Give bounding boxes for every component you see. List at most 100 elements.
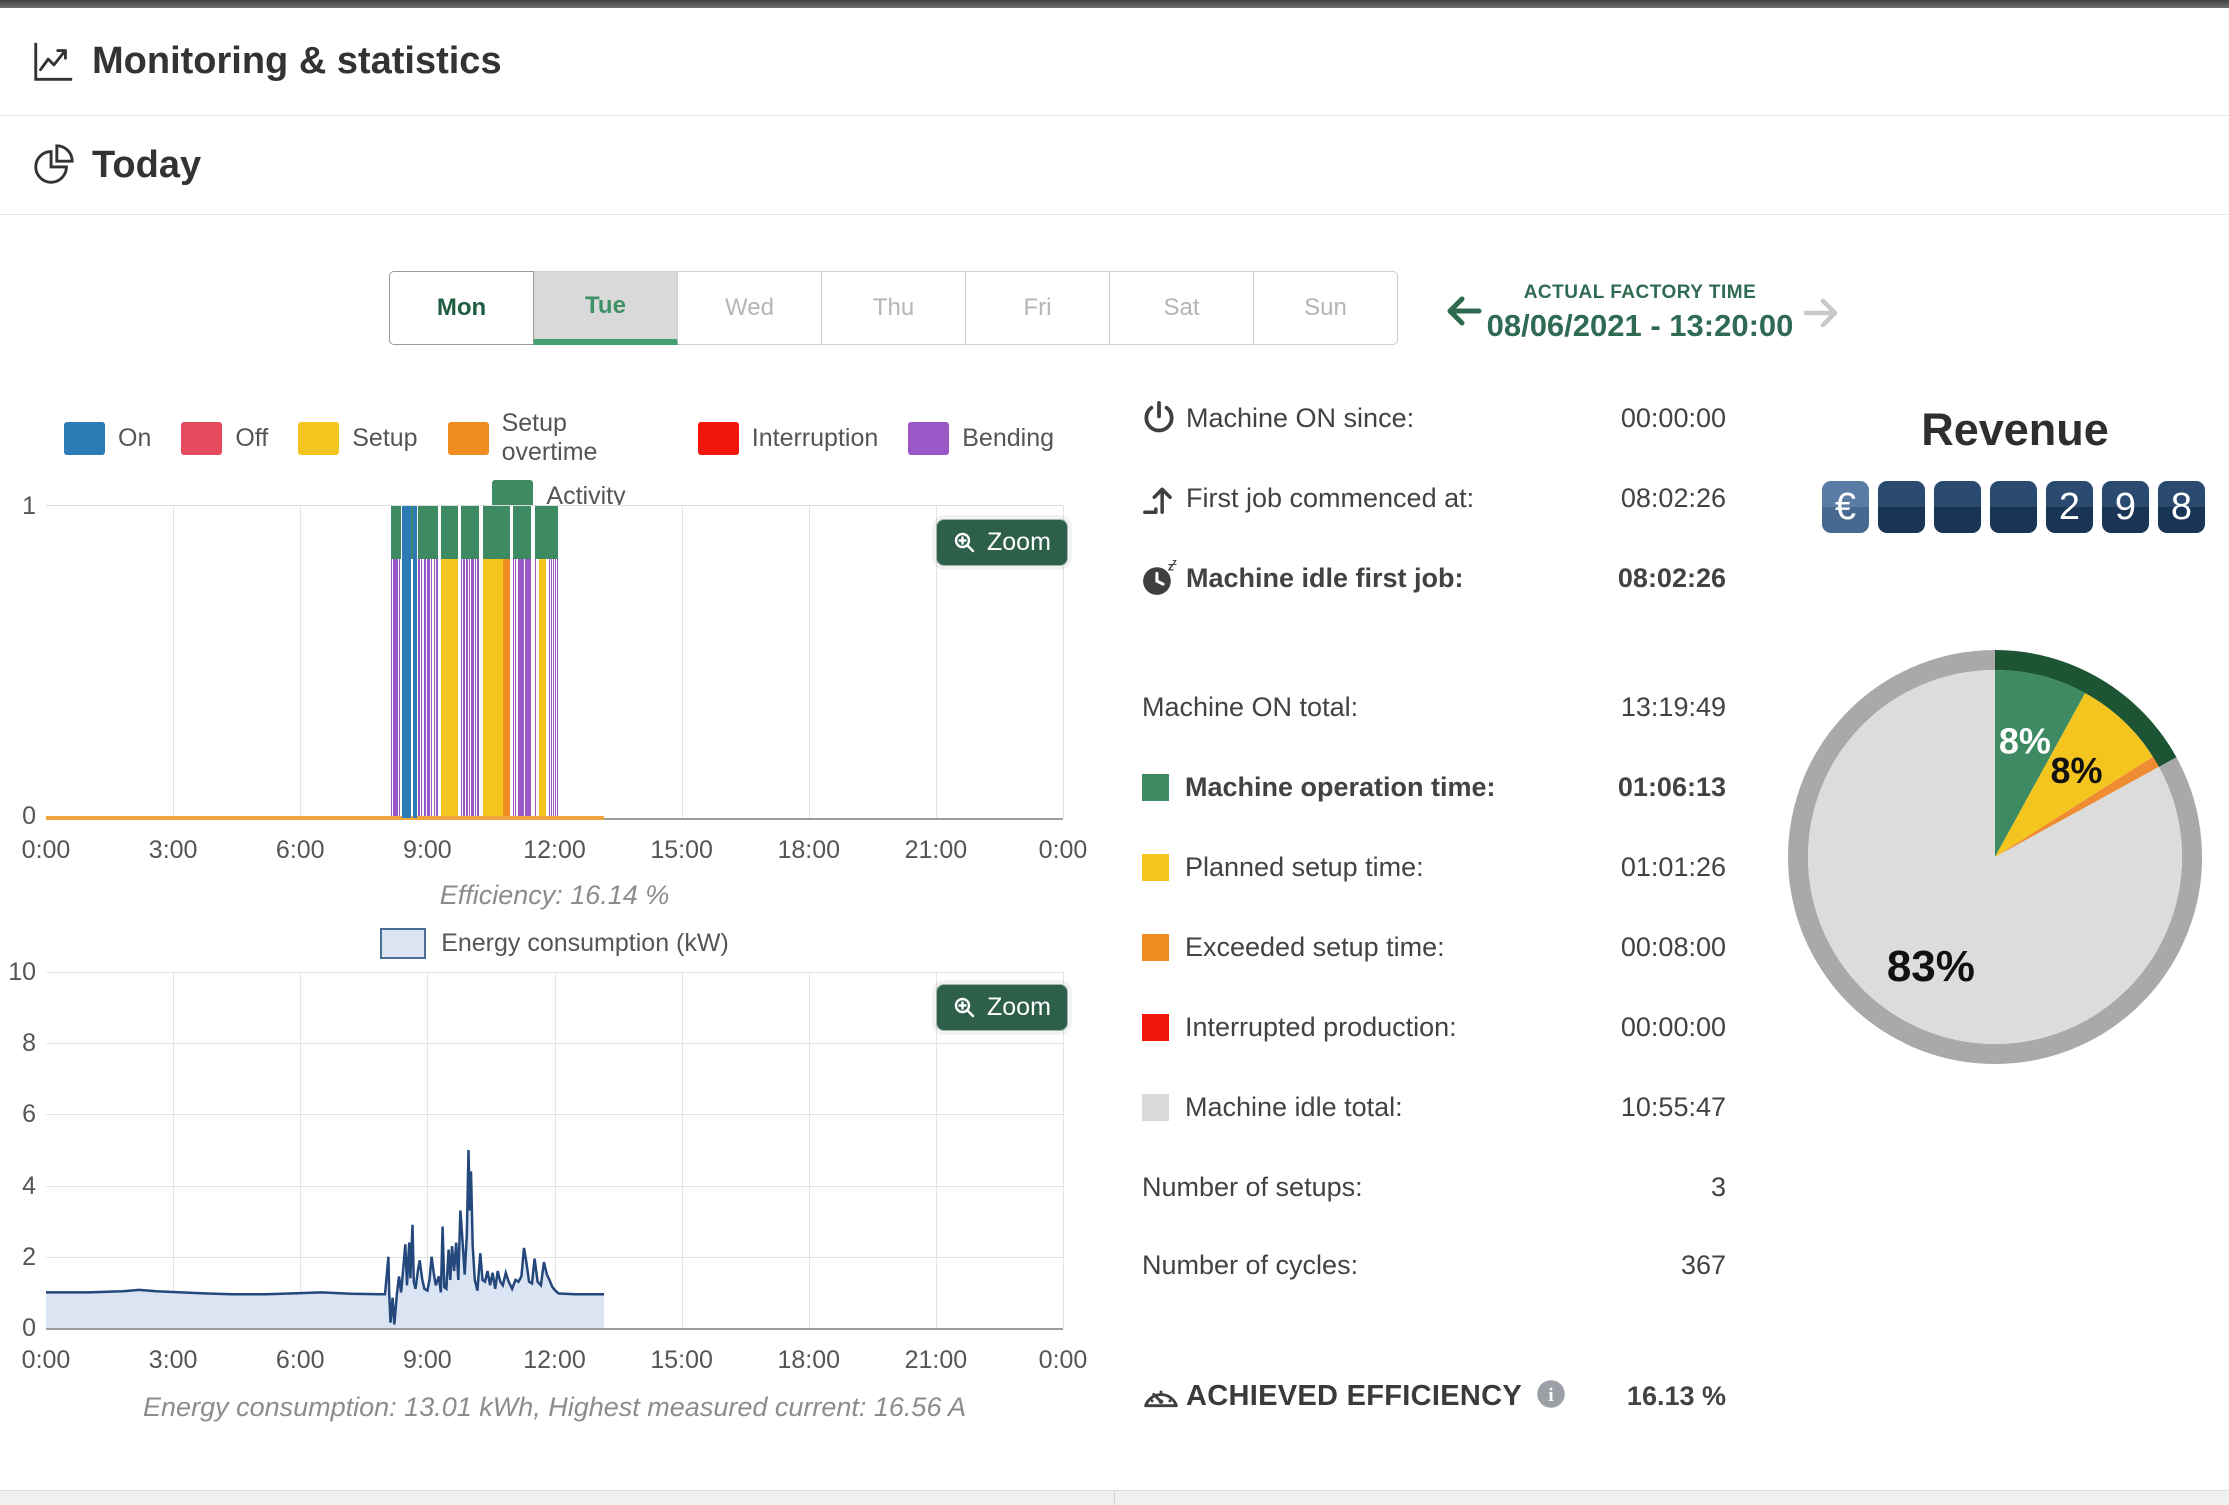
stat-row-first-job-commenced-at: First job commenced at: 08:02:26 xyxy=(1140,474,1726,522)
x-tick-label: 0:00 xyxy=(1038,1346,1088,1374)
state-segment-bending xyxy=(426,559,430,818)
factory-time-value: 08/06/2021 - 13:20:00 xyxy=(1486,308,1794,343)
state-segment-setup_overtime xyxy=(503,559,511,818)
stat-label: First job commenced at: xyxy=(1186,482,1475,513)
achieved-efficiency-label: ACHIEVED EFFICIENCY xyxy=(1186,1379,1523,1412)
state-segment-bending xyxy=(436,559,439,818)
y-tick-label: 6 xyxy=(22,1100,36,1129)
legend-swatch-on xyxy=(64,421,105,455)
revenue-digit-tile: 2 xyxy=(2046,481,2093,533)
energy-area-series xyxy=(46,1149,605,1328)
stat-label: Machine operation time: xyxy=(1185,771,1496,802)
zoom-button-label: Zoom xyxy=(987,528,1051,556)
revenue-title: Revenue xyxy=(1921,404,2109,455)
energy-chart[interactable] xyxy=(46,972,1064,1330)
legend-label: Off xyxy=(235,423,269,452)
legend-label: Bending xyxy=(962,423,1054,452)
state-segment-bending xyxy=(554,559,557,818)
magnifier-plus-icon xyxy=(954,997,975,1017)
tab-tue[interactable]: Tue xyxy=(533,271,678,345)
y-tick-label: 4 xyxy=(22,1171,36,1200)
state-segment-setup xyxy=(440,559,459,818)
x-tick-label: 0:00 xyxy=(21,1346,71,1374)
activity-segment xyxy=(390,506,402,560)
revenue-digit-tile: 8 xyxy=(2158,481,2205,533)
stat-value: 08:02:26 xyxy=(1620,482,1726,513)
stat-row-machine-operation-time: Machine operation time: 01:06:13 xyxy=(1140,763,1726,811)
energy-caption: Energy consumption: 13.01 kWh, Highest m… xyxy=(143,1392,966,1422)
activity-segment xyxy=(512,506,532,560)
stat-row-machine-on-since: Machine ON since: 00:00:00 xyxy=(1140,394,1726,442)
machine-state-chart[interactable] xyxy=(46,505,1064,820)
stat-row-machine-idle-first-job: z z Machine idle first job: 08:02:26 xyxy=(1140,554,1726,602)
energy-zoom-button[interactable]: Zoom xyxy=(936,984,1068,1031)
svg-text:z: z xyxy=(1172,558,1177,567)
state-segment-bending xyxy=(517,559,525,818)
revenue-counter: €2 9 8 xyxy=(1822,481,2205,533)
state-segment-bending xyxy=(418,559,420,818)
stat-label: Number of cycles: xyxy=(1142,1249,1359,1280)
state-segment-bending xyxy=(471,559,474,818)
factory-time-label: ACTUAL FACTORY TIME xyxy=(1523,282,1757,303)
state-segment-setup xyxy=(482,559,504,818)
info-icon[interactable]: i xyxy=(1536,1379,1566,1414)
legend-label: On xyxy=(118,423,152,452)
state-segment-bending xyxy=(514,559,516,818)
stat-row-number-of-setups: Number of setups: 3 xyxy=(1140,1163,1726,1211)
tab-thu[interactable]: Thu xyxy=(821,271,966,345)
x-tick-label: 18:00 xyxy=(777,836,841,864)
state-segment-setup xyxy=(538,559,547,818)
state-segment-bending xyxy=(525,559,532,818)
stat-value: 3 xyxy=(1710,1171,1726,1202)
legend-item-setup: Setup xyxy=(298,421,418,455)
color-chip-idle xyxy=(1142,1093,1169,1121)
state-segment-bending xyxy=(463,559,465,818)
tab-mon[interactable]: Mon xyxy=(389,271,534,345)
state-segment-bending xyxy=(398,559,400,818)
state-baseline xyxy=(46,816,605,820)
stat-label: Machine idle first job: xyxy=(1186,562,1464,593)
stat-row-planned-setup-time: Planned setup time: 01:01:26 xyxy=(1140,843,1726,891)
gridline xyxy=(808,506,810,818)
x-tick-label: 6:00 xyxy=(275,836,325,864)
legend-item-interruption: Interruption xyxy=(697,421,879,455)
energy-x-axis: 0:00 3:00 6:00 9:00 12:00 15:00 18:00 21:00 0:00 xyxy=(22,1346,1088,1376)
activity-segment xyxy=(418,506,439,560)
timeline-zoom-button[interactable]: Zoom xyxy=(936,519,1068,566)
stat-label: Planned setup time: xyxy=(1185,851,1424,882)
stat-value: 10:55:47 xyxy=(1620,1091,1726,1122)
tab-fri[interactable]: Fri xyxy=(965,271,1110,345)
legend-swatch-setup xyxy=(298,421,340,455)
color-chip-setup_overtime xyxy=(1142,933,1169,961)
legend-label: Interruption xyxy=(751,423,879,452)
arrow-right-icon xyxy=(1803,298,1838,328)
tab-wed[interactable]: Wed xyxy=(677,271,822,345)
stat-row-number-of-cycles: Number of cycles: 367 xyxy=(1140,1241,1726,1289)
tab-sun[interactable]: Sun xyxy=(1253,271,1398,345)
x-tick-label: 18:00 xyxy=(777,1346,841,1374)
x-tick-label: 15:00 xyxy=(650,836,713,864)
x-tick-label: 3:00 xyxy=(148,1346,198,1374)
x-tick-label: 12:00 xyxy=(523,1346,586,1374)
x-tick-label: 6:00 xyxy=(275,1346,325,1374)
revenue-digit-tile xyxy=(1878,481,1925,533)
state-segment-on xyxy=(412,506,417,818)
x-tick-label: 15:00 xyxy=(650,1346,713,1374)
x-tick-label: 0:00 xyxy=(21,836,71,864)
tab-sat[interactable]: Sat xyxy=(1109,271,1254,345)
revenue-digit-tile: 9 xyxy=(2102,481,2149,533)
window-top-strip xyxy=(0,0,2229,8)
state-segment-bending xyxy=(474,559,477,818)
state-segment-bending xyxy=(460,559,463,818)
state-segment-bending xyxy=(465,559,468,818)
state-segment-bending xyxy=(512,559,514,818)
stat-label: Number of setups: xyxy=(1142,1171,1363,1202)
state-segment-bending xyxy=(557,559,559,818)
time-distribution-pie: 8% 8% 83% xyxy=(1778,642,2218,1097)
line-chart-icon xyxy=(34,42,73,81)
stat-value: 367 xyxy=(1680,1249,1726,1280)
legend-label: Setup overtime xyxy=(501,409,598,466)
stat-row-achieved-efficiency: ACHIEVED EFFICIENCY i 16.13 % xyxy=(1140,1372,1726,1420)
y-tick-label: 10 xyxy=(8,958,36,986)
next-day-button[interactable] xyxy=(1798,290,1844,336)
